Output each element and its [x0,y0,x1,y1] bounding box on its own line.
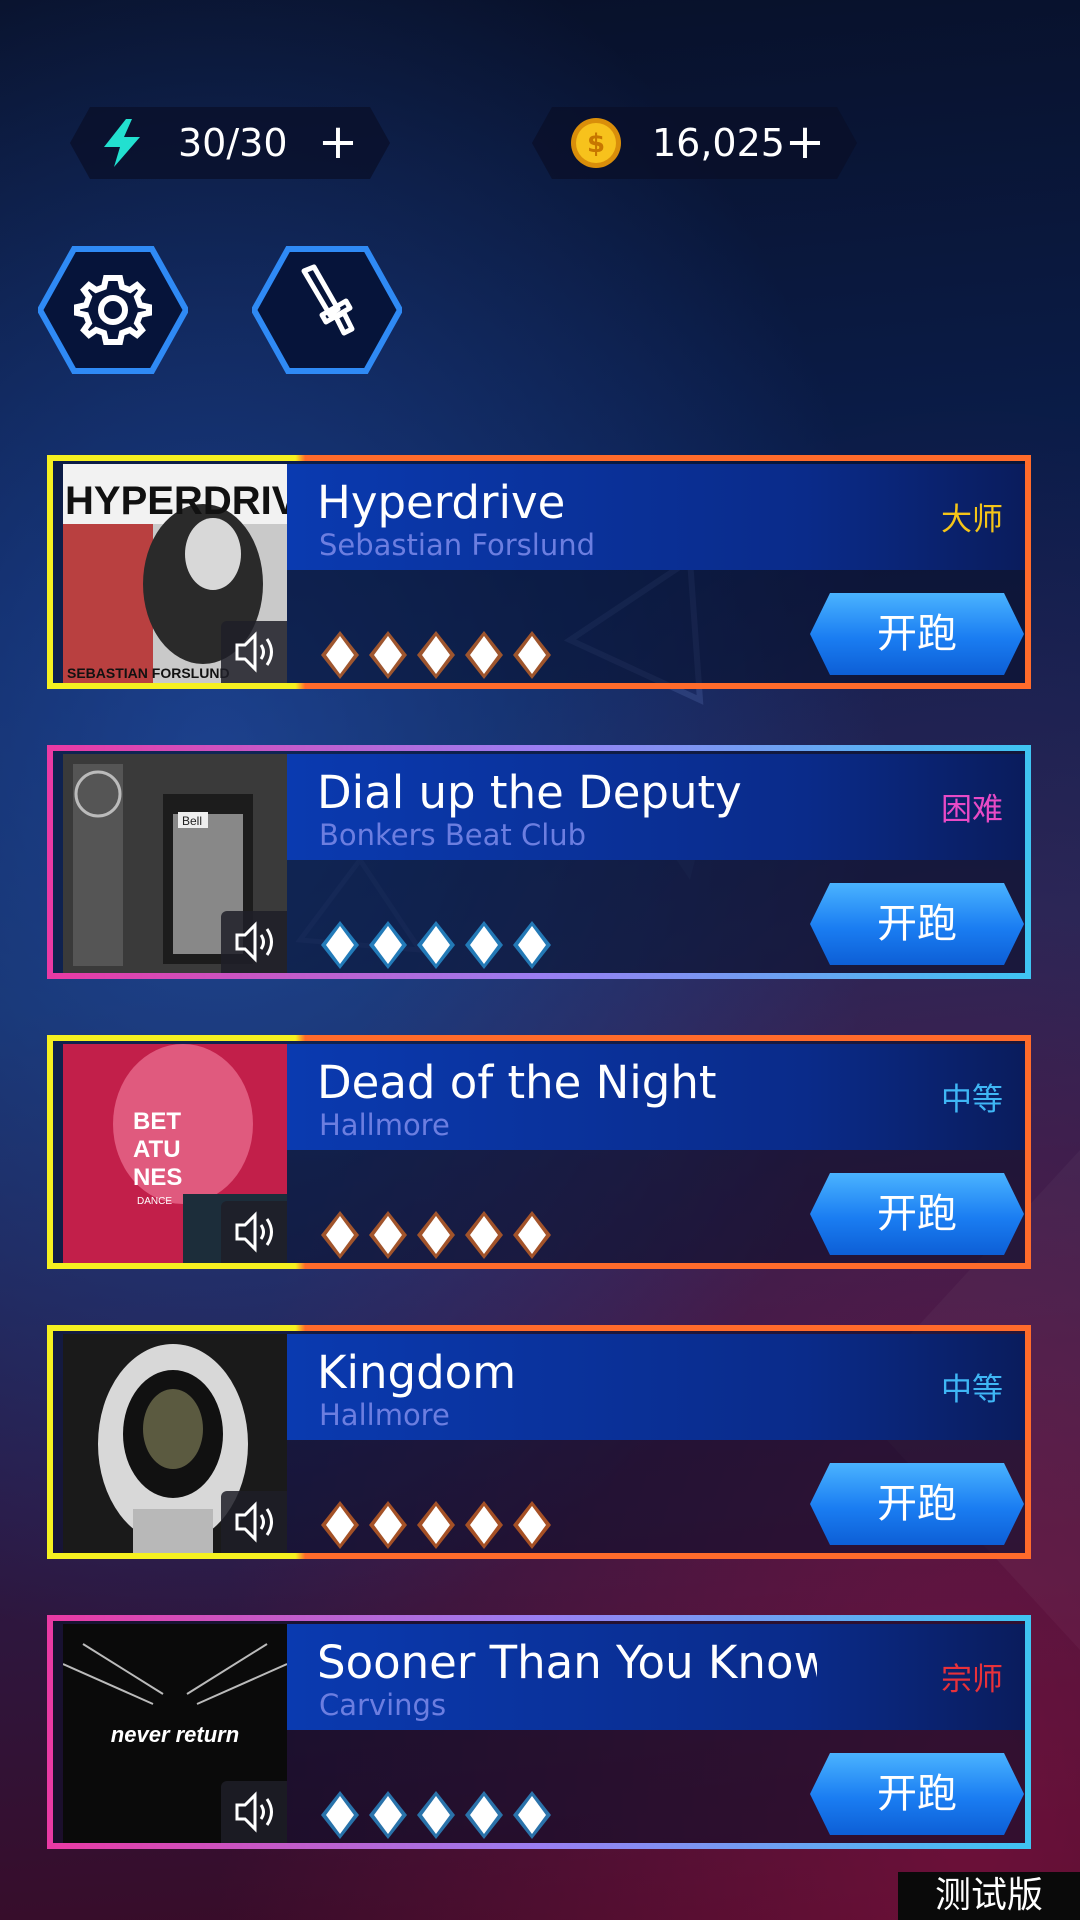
difficulty-diamonds [319,1209,553,1261]
song-artist: Carvings [319,1688,447,1722]
difficulty-diamonds [319,1499,553,1551]
energy-value: 30/30 [178,121,288,165]
song-title: Kingdom [317,1346,517,1399]
difficulty-diamond [319,1789,361,1841]
svg-text:SEBASTIAN FORSLUND: SEBASTIAN FORSLUND [67,665,230,681]
lightning-icon [96,117,148,169]
song-card: BET ATU NES DANCE Dead of the Night Hall… [47,1035,1031,1269]
difficulty-diamond [367,1209,409,1261]
difficulty-diamonds [319,1789,553,1841]
difficulty-diamond [319,919,361,971]
song-header: Sooner Than You Know Carvings 宗师 [287,1624,1025,1730]
preview-speaker-button[interactable] [221,621,287,683]
start-run-button[interactable]: 开跑 [810,883,1024,965]
song-card: Kingdom Hallmore 中等 开跑 [47,1325,1031,1559]
song-card: never return Sooner Than You Know Carvin… [47,1615,1031,1849]
preview-speaker-button[interactable] [221,1201,287,1263]
add-coins-button[interactable]: + [783,117,827,167]
start-run-button[interactable]: 开跑 [810,1463,1024,1545]
difficulty-diamond [463,1789,505,1841]
start-run-button[interactable]: 开跑 [810,1173,1024,1255]
difficulty-diamond [319,629,361,681]
difficulty-diamond [415,629,457,681]
svg-text:BET: BET [133,1108,181,1135]
song-header: Hyperdrive Sebastian Forslund 大师 [287,464,1025,570]
difficulty-label: 宗师 [941,1662,1003,1698]
difficulty-diamond [319,1499,361,1551]
difficulty-diamond [463,919,505,971]
song-title: Dead of the Night [317,1056,717,1109]
difficulty-diamond [511,919,553,971]
song-card: HYPERDRIVE SEBASTIAN FORSLUND Hyperdrive… [47,455,1031,689]
svg-text:$: $ [587,129,605,159]
song-artist: Hallmore [319,1108,450,1142]
svg-text:ATU: ATU [133,1136,181,1163]
difficulty-diamonds [319,919,553,971]
speaker-icon [235,1501,273,1543]
speaker-icon [235,1211,273,1253]
difficulty-diamond [415,1499,457,1551]
difficulty-diamond [511,629,553,681]
song-header: Dial up the Deputy Bonkers Beat Club 困难 [287,754,1025,860]
song-title: Sooner Than You Know [317,1636,817,1689]
difficulty-diamond [415,1789,457,1841]
difficulty-diamond [463,629,505,681]
svg-text:NES: NES [133,1164,182,1191]
svg-text:DANCE: DANCE [137,1196,172,1207]
song-header: Kingdom Hallmore 中等 [287,1334,1025,1440]
song-artist: Sebastian Forslund [319,528,595,562]
speaker-icon [235,1791,273,1833]
coin-counter: $ 16,025 + [532,107,857,179]
song-title: Dial up the Deputy [317,766,742,819]
settings-button[interactable] [36,245,190,375]
difficulty-diamond [511,1499,553,1551]
difficulty-diamond [511,1209,553,1261]
cover-title: HYPERDRIVE [65,479,287,523]
energy-counter: 30/30 + [70,107,390,179]
song-artist: Hallmore [319,1398,450,1432]
coin-value: 16,025 [652,121,785,165]
svg-text:never return: never return [111,1722,239,1747]
difficulty-diamond [415,1209,457,1261]
start-run-button[interactable]: 开跑 [810,1753,1024,1835]
test-version-badge: 测试版 [898,1872,1080,1920]
difficulty-diamond [463,1209,505,1261]
preview-speaker-button[interactable] [221,1491,287,1553]
song-artist: Bonkers Beat Club [319,818,587,852]
song-card: Bell Dial up the Deputy Bonkers Beat Clu… [47,745,1031,979]
add-energy-button[interactable]: + [316,117,360,167]
speaker-icon [235,921,273,963]
difficulty-diamonds [319,629,553,681]
speaker-icon [235,631,273,673]
difficulty-diamond [367,629,409,681]
difficulty-diamond [319,1209,361,1261]
difficulty-diamond [367,1789,409,1841]
difficulty-label: 中等 [941,1082,1003,1118]
difficulty-label: 困难 [941,792,1003,828]
difficulty-label: 大师 [941,502,1003,538]
difficulty-diamond [367,1499,409,1551]
song-header: Dead of the Night Hallmore 中等 [287,1044,1025,1150]
difficulty-diamond [415,919,457,971]
svg-text:Bell: Bell [182,814,202,828]
difficulty-label: 中等 [941,1372,1003,1408]
difficulty-diamond [463,1499,505,1551]
difficulty-diamond [367,919,409,971]
song-title: Hyperdrive [317,476,566,529]
coin-icon: $ [570,117,622,169]
start-run-button[interactable]: 开跑 [810,593,1024,675]
preview-speaker-button[interactable] [221,911,287,973]
equipment-button[interactable] [250,245,404,375]
preview-speaker-button[interactable] [221,1781,287,1843]
difficulty-diamond [511,1789,553,1841]
